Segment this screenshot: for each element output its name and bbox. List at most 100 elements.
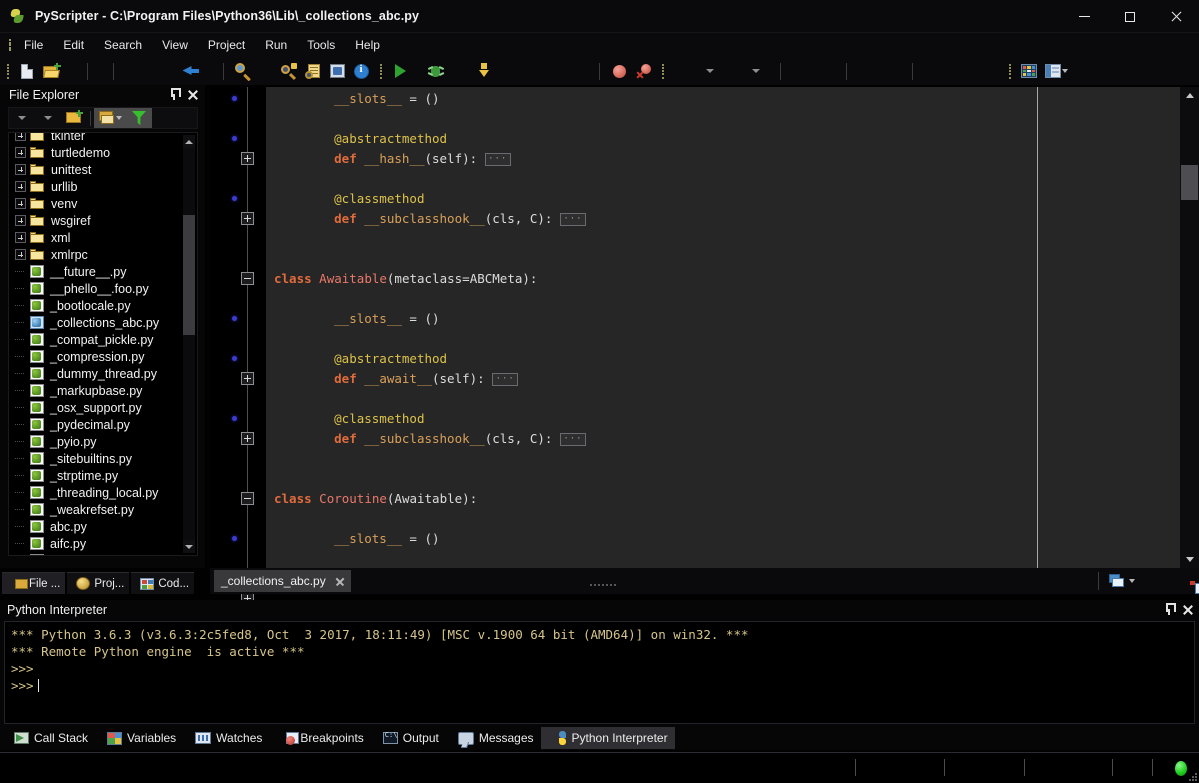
tab-call-stack[interactable]: Call Stack <box>2 727 95 749</box>
expand-toggle-icon[interactable] <box>15 164 26 175</box>
tree-item-folder[interactable]: urllib <box>9 178 197 195</box>
executable-line-marker[interactable] <box>232 316 237 321</box>
tree-item-file[interactable]: antigravity.py <box>9 552 197 555</box>
code-line[interactable]: def __subclasshook__(cls, C): ··· <box>334 429 586 449</box>
tab-breakpoints[interactable]: Breakpoints <box>269 727 370 749</box>
scroll-down-button[interactable] <box>1180 551 1199 568</box>
scroll-down-button[interactable] <box>183 540 195 553</box>
menu-item-help[interactable]: Help <box>345 35 390 55</box>
tab-project-explorer[interactable]: Proj... <box>67 572 130 594</box>
menu-item-search[interactable]: Search <box>94 35 152 55</box>
code-line[interactable]: def __await__(self): ··· <box>334 369 519 389</box>
navigate-back-button[interactable] <box>179 60 203 82</box>
scrollbar-thumb[interactable] <box>183 215 195 335</box>
explorer-forward-button[interactable] <box>35 108 61 128</box>
tree-item-file[interactable]: _compression.py <box>9 348 197 365</box>
scroll-up-button[interactable] <box>1180 87 1199 104</box>
resize-grip-icon[interactable] <box>1187 771 1197 781</box>
expand-toggle-icon[interactable] <box>15 181 26 192</box>
layout-grid-button[interactable] <box>1017 60 1041 82</box>
tab-variables[interactable]: Variables <box>95 727 183 749</box>
code-line[interactable]: def __subclasshook__(cls, C): ··· <box>334 209 586 229</box>
expand-toggle-icon[interactable] <box>15 147 26 158</box>
editor-gutter[interactable] <box>210 87 266 705</box>
code-explorer-button[interactable] <box>325 60 349 82</box>
code-line[interactable]: @classmethod <box>334 409 424 429</box>
tree-item-file[interactable]: abc.py <box>9 518 197 535</box>
info-button[interactable] <box>349 60 373 82</box>
dropdown-one[interactable] <box>698 60 722 82</box>
executable-line-marker[interactable] <box>232 416 237 421</box>
code-line[interactable]: class Coroutine(Awaitable): <box>274 489 477 509</box>
tab-code-explorer[interactable]: Cod... <box>131 572 195 594</box>
tree-item-file[interactable]: _osx_support.py <box>9 399 197 416</box>
panel-view-button[interactable] <box>1041 60 1071 82</box>
explorer-back-button[interactable] <box>9 108 35 128</box>
expand-toggle-icon[interactable] <box>15 215 26 226</box>
executable-line-marker[interactable] <box>232 96 237 101</box>
tree-item-folder[interactable]: wsgiref <box>9 212 197 229</box>
close-icon[interactable] <box>187 89 198 100</box>
expand-toggle-icon[interactable] <box>15 133 26 141</box>
code-line[interactable]: __slots__ = () <box>334 309 439 329</box>
scrollbar-thumb[interactable] <box>1181 165 1198 200</box>
tree-item-folder[interactable]: venv <box>9 195 197 212</box>
menu-item-file[interactable]: File <box>14 35 53 55</box>
code-line[interactable]: __slots__ = () <box>334 529 439 549</box>
file-tree[interactable]: tkinter turtledemo unittest urllib venv wsgir… <box>8 132 198 556</box>
open-file-button[interactable] <box>39 60 63 82</box>
fold-expand-icon[interactable] <box>241 432 254 445</box>
tab-messages[interactable]: Messages <box>446 727 541 749</box>
pin-icon[interactable] <box>1164 603 1176 615</box>
editor-scrollbar[interactable] <box>1180 87 1199 568</box>
editor-code-area[interactable]: __slots__ = () @abstractmethod def __hash_… <box>266 87 1180 568</box>
open-window-button[interactable] <box>1109 574 1135 588</box>
tree-item-folder[interactable]: unittest <box>9 161 197 178</box>
tree-item-folder[interactable]: tkinter <box>9 133 197 144</box>
close-icon[interactable] <box>335 577 344 586</box>
scroll-up-button[interactable] <box>183 135 195 148</box>
find-button[interactable] <box>231 60 255 82</box>
menu-item-project[interactable]: Project <box>198 35 255 55</box>
tree-item-file[interactable]: _bootlocale.py <box>9 297 197 314</box>
collapsed-code-block[interactable]: ··· <box>559 213 586 226</box>
executable-line-marker[interactable] <box>232 356 237 361</box>
expand-toggle-icon[interactable] <box>15 232 26 243</box>
tree-item-folder[interactable]: xmlrpc <box>9 246 197 263</box>
dropdown-two[interactable] <box>744 60 768 82</box>
tab-python-interpreter[interactable]: Python Interpreter <box>540 727 675 749</box>
fold-expand-icon[interactable] <box>241 152 254 165</box>
tree-item-file[interactable]: _dummy_thread.py <box>9 365 197 382</box>
expand-toggle-icon[interactable] <box>15 249 26 260</box>
explorer-browse-button[interactable] <box>94 108 126 128</box>
maximize-button[interactable] <box>1107 0 1153 33</box>
pin-icon[interactable] <box>169 88 181 100</box>
debug-button[interactable] <box>424 60 448 82</box>
explorer-open-folder-button[interactable] <box>61 108 87 128</box>
menu-item-edit[interactable]: Edit <box>53 35 94 55</box>
fold-collapse-icon[interactable] <box>241 492 254 505</box>
tree-item-folder[interactable]: xml <box>9 229 197 246</box>
tree-item-folder[interactable]: turtledemo <box>9 144 197 161</box>
fold-collapse-icon[interactable] <box>241 272 254 285</box>
menu-item-tools[interactable]: Tools <box>297 35 345 55</box>
editor-tab-collections-abc[interactable]: _collections_abc.py <box>214 570 351 592</box>
tab-watches[interactable]: Watches <box>183 727 269 749</box>
tree-item-file[interactable]: _markupbase.py <box>9 382 197 399</box>
tree-item-file[interactable]: _collections_abc.py <box>9 314 197 331</box>
step-into-button[interactable] <box>472 60 496 82</box>
interpreter-prompt-line[interactable]: >>> <box>11 677 1188 694</box>
tree-item-file[interactable]: _pyio.py <box>9 433 197 450</box>
interpreter-output[interactable]: *** Python 3.6.3 (v3.6.3:2c5fed8, Oct 3 … <box>4 621 1195 724</box>
executable-line-marker[interactable] <box>232 536 237 541</box>
tree-item-file[interactable]: _pydecimal.py <box>9 416 197 433</box>
code-line[interactable]: class Awaitable(metaclass=ABCMeta): <box>274 269 537 289</box>
run-button[interactable] <box>388 60 412 82</box>
new-file-button[interactable] <box>15 60 39 82</box>
clear-breakpoints-button[interactable] <box>631 60 655 82</box>
find-next-button[interactable] <box>277 60 301 82</box>
close-button[interactable] <box>1153 0 1199 33</box>
collapsed-code-block[interactable]: ··· <box>492 373 519 386</box>
tree-item-file[interactable]: __phello__.foo.py <box>9 280 197 297</box>
tree-item-file[interactable]: _strptime.py <box>9 467 197 484</box>
